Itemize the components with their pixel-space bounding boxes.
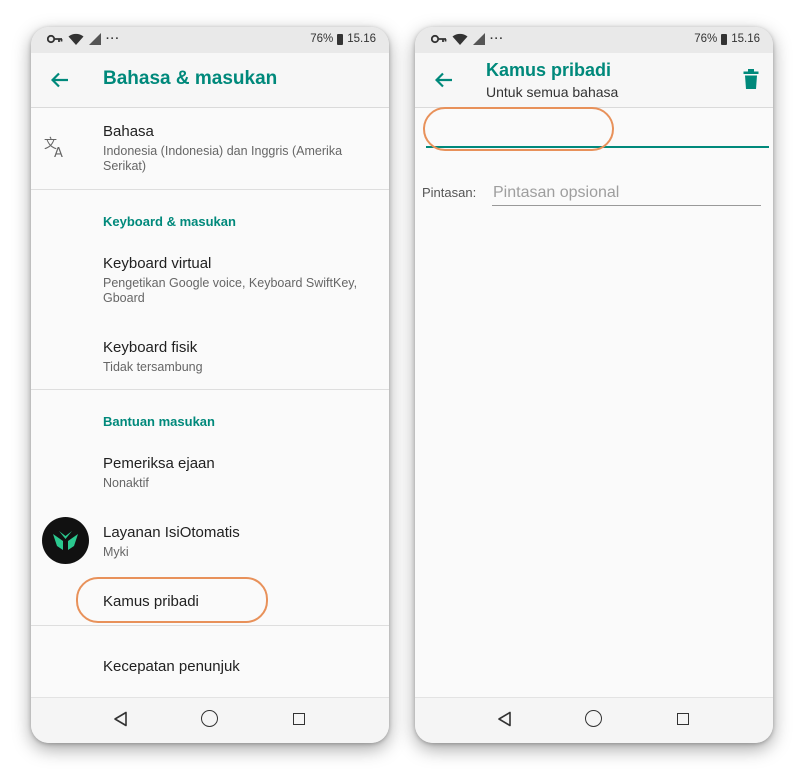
autofill-title: Layanan IsiOtomatis [103, 524, 240, 541]
battery-icon [337, 33, 344, 45]
back-arrow-icon[interactable] [47, 67, 73, 93]
autofill-subtitle: Myki [103, 545, 129, 559]
language-subtitle: Indonesia (Indonesia) dan Inggris (Ameri… [103, 144, 343, 173]
app-bar: Kamus pribadi Untuk semua bahasa [415, 53, 773, 108]
signal-icon [89, 33, 101, 45]
clock: 15.16 [347, 33, 376, 45]
spell-checker-subtitle: Nonaktif [103, 476, 149, 490]
settings-language-screen: ··· 76% 15.16 Bahasa & masukan 文 A Bahas… [31, 27, 389, 743]
pointer-speed-title: Kecepatan penunjuk [103, 658, 240, 675]
virtual-keyboard-subtitle: Pengetikan Google voice, Keyboard SwiftK… [103, 276, 358, 305]
overflow-indicator: ··· [490, 33, 504, 45]
virtual-keyboard-title: Keyboard virtual [103, 255, 212, 272]
divider [31, 389, 389, 390]
clock: 15.16 [731, 33, 760, 45]
spell-checker-title: Pemeriksa ejaan [103, 455, 215, 472]
personal-dictionary-screen: ··· 76% 15.16 Kamus pribadi Untuk semua … [415, 27, 773, 743]
key-icon [431, 34, 447, 44]
nav-back-icon[interactable] [497, 711, 513, 727]
highlight-circle [423, 107, 614, 151]
page-subtitle: Untuk semua bahasa [486, 84, 619, 100]
navigation-bar [415, 697, 773, 743]
battery-icon [721, 33, 728, 45]
nav-recent-icon[interactable] [677, 713, 689, 725]
battery-percent: 76% [310, 33, 334, 45]
translate-icon: 文 A [44, 137, 63, 159]
key-icon [47, 34, 63, 44]
divider [31, 189, 389, 190]
status-bar: ··· 76% 15.16 [415, 27, 773, 53]
physical-keyboard-subtitle: Tidak tersambung [103, 360, 203, 374]
signal-icon [473, 33, 485, 45]
myki-logo-icon [42, 517, 89, 564]
nav-home-icon[interactable] [201, 710, 218, 727]
physical-keyboard-title: Keyboard fisik [103, 339, 198, 356]
wifi-icon [452, 33, 468, 45]
section-assist-header: Bantuan masukan [103, 414, 215, 429]
nav-home-icon[interactable] [585, 710, 602, 727]
divider [31, 625, 389, 626]
page-title: Bahasa & masukan [103, 68, 278, 89]
nav-recent-icon[interactable] [293, 713, 305, 725]
back-arrow-icon[interactable] [431, 67, 457, 93]
battery-percent: 76% [694, 33, 718, 45]
section-keyboard-header: Keyboard & masukan [103, 214, 236, 229]
shortcut-input[interactable] [492, 181, 761, 206]
nav-back-icon[interactable] [113, 711, 129, 727]
shortcut-label: Pintasan: [422, 185, 477, 200]
trash-icon[interactable] [743, 69, 759, 89]
page-title: Kamus pribadi [486, 60, 612, 80]
highlight-circle [76, 577, 268, 623]
navigation-bar [31, 697, 389, 743]
app-bar: Bahasa & masukan [31, 53, 389, 108]
wifi-icon [68, 33, 84, 45]
language-title: Bahasa [103, 123, 154, 140]
status-bar: ··· 76% 15.16 [31, 27, 389, 53]
overflow-indicator: ··· [106, 33, 120, 45]
svg-text:A: A [54, 146, 63, 159]
